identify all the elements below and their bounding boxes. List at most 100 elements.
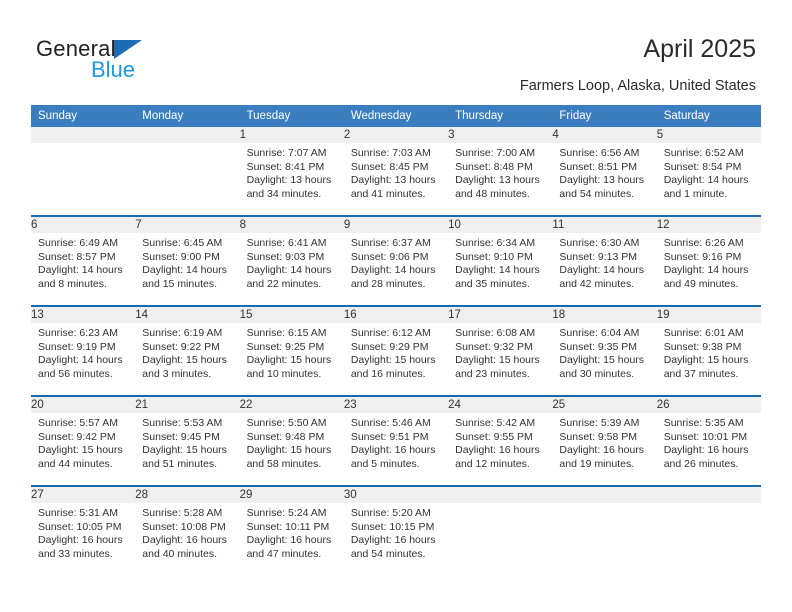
daylight-text-line2: and 54 minutes. xyxy=(350,547,426,560)
day-number xyxy=(31,127,136,143)
sunset-text: Sunset: 8:54 PM xyxy=(663,160,742,173)
day-cell[interactable]: Sunrise: 5:46 AM Sunset: 9:51 PM Daylight:… xyxy=(344,413,448,485)
day-cell[interactable]: Sunrise: 6:19 AM Sunset: 9:22 PM Daylight:… xyxy=(135,323,239,395)
sunset-text: Sunset: 9:42 PM xyxy=(38,430,116,443)
calendar-table: Sunday Monday Tuesday Wednesday Thursday… xyxy=(31,105,761,575)
day-details: Sunrise: 6:01 AM Sunset: 9:38 PM Daylight:… xyxy=(657,323,761,395)
sunrise-text: Sunrise: 7:03 AM xyxy=(350,147,431,159)
day-cell[interactable]: Sunrise: 6:45 AM Sunset: 9:00 PM Daylight:… xyxy=(135,233,239,305)
day-cell[interactable]: Sunrise: 6:23 AM Sunset: 9:19 PM Daylight:… xyxy=(31,323,135,395)
day-cell[interactable]: Sunrise: 6:01 AM Sunset: 9:38 PM Daylight:… xyxy=(657,323,761,395)
daylight-text-line1: Daylight: 14 hours xyxy=(142,264,227,277)
day-details xyxy=(31,143,135,215)
daylight-text-line1: Daylight: 15 hours xyxy=(142,354,227,367)
sunrise-text: Sunrise: 5:46 AM xyxy=(350,417,431,429)
sunrise-text: Sunrise: 6:34 AM xyxy=(455,237,536,249)
page-title: April 2025 xyxy=(643,35,756,63)
daylight-text-line1: Daylight: 16 hours xyxy=(663,444,749,457)
sunset-text: Sunset: 9:35 PM xyxy=(559,340,638,353)
day-cell[interactable]: Sunrise: 5:57 AM Sunset: 9:42 PM Daylight:… xyxy=(31,413,135,485)
daylight-text-line1: Daylight: 14 hours xyxy=(663,174,749,187)
daylight-text-line2: and 48 minutes. xyxy=(455,187,530,200)
day-number: 27 xyxy=(31,487,136,503)
day-cell[interactable]: Sunrise: 5:39 AM Sunset: 9:58 PM Daylight:… xyxy=(552,413,656,485)
day-cell-empty xyxy=(448,503,552,575)
sunrise-text: Sunrise: 6:23 AM xyxy=(38,327,118,339)
day-cell[interactable]: Sunrise: 6:08 AM Sunset: 9:32 PM Daylight:… xyxy=(448,323,552,395)
sunrise-text: Sunrise: 6:15 AM xyxy=(246,327,327,339)
sunset-text: Sunset: 9:29 PM xyxy=(350,340,429,353)
sunrise-text: Sunrise: 5:50 AM xyxy=(246,417,327,429)
daylight-text-line1: Daylight: 15 hours xyxy=(455,354,540,367)
general-blue-logo[interactable]: General Blue xyxy=(36,36,206,82)
daylight-text-line1: Daylight: 15 hours xyxy=(663,354,749,367)
day-details: Sunrise: 6:37 AM Sunset: 9:06 PM Daylight:… xyxy=(344,233,448,305)
daylight-text-line2: and 12 minutes. xyxy=(455,457,530,470)
day-cell[interactable]: Sunrise: 6:12 AM Sunset: 9:29 PM Daylight:… xyxy=(344,323,448,395)
day-cell[interactable]: Sunrise: 5:31 AM Sunset: 10:05 PM Daylight… xyxy=(31,503,135,575)
day-cell[interactable]: Sunrise: 6:56 AM Sunset: 8:51 PM Daylight:… xyxy=(552,143,656,215)
daylight-text-line2: and 49 minutes. xyxy=(663,277,739,290)
day-details: Sunrise: 6:30 AM Sunset: 9:13 PM Daylight:… xyxy=(552,233,656,305)
daylight-text-line2: and 37 minutes. xyxy=(663,367,739,380)
day-details: Sunrise: 6:04 AM Sunset: 9:35 PM Daylight:… xyxy=(552,323,656,395)
daylight-text-line1: Daylight: 15 hours xyxy=(559,354,645,367)
sunrise-text: Sunrise: 6:45 AM xyxy=(142,237,223,249)
weekday-header-thursday: Thursday xyxy=(448,105,553,127)
day-cell[interactable]: Sunrise: 6:34 AM Sunset: 9:10 PM Daylight:… xyxy=(448,233,552,305)
daylight-text-line1: Daylight: 16 hours xyxy=(246,534,332,547)
day-details: Sunrise: 6:56 AM Sunset: 8:51 PM Daylight:… xyxy=(552,143,656,215)
day-cell[interactable]: Sunrise: 5:20 AM Sunset: 10:15 PM Daylight… xyxy=(344,503,448,575)
daylight-text-line1: Daylight: 14 hours xyxy=(38,264,123,277)
daylight-text-line1: Daylight: 15 hours xyxy=(350,354,436,367)
day-cell[interactable]: Sunrise: 5:28 AM Sunset: 10:08 PM Daylight… xyxy=(135,503,239,575)
daylight-text-line1: Daylight: 15 hours xyxy=(246,354,332,367)
day-cell[interactable]: Sunrise: 6:41 AM Sunset: 9:03 PM Daylight:… xyxy=(240,233,344,305)
day-number: 29 xyxy=(239,487,344,503)
sunset-text: Sunset: 9:19 PM xyxy=(38,340,116,353)
day-cell[interactable]: Sunrise: 6:26 AM Sunset: 9:16 PM Daylight:… xyxy=(657,233,761,305)
day-cell-empty xyxy=(135,143,239,215)
week-daynumber-row: 6 7 8 9 10 11 12 xyxy=(31,217,761,233)
page-header: General Blue April 2025 Farmers Loop, Al… xyxy=(0,0,792,100)
day-cell[interactable]: Sunrise: 5:53 AM Sunset: 9:45 PM Daylight:… xyxy=(135,413,239,485)
day-cell[interactable]: Sunrise: 6:15 AM Sunset: 9:25 PM Daylight:… xyxy=(240,323,344,395)
day-number: 9 xyxy=(343,217,449,233)
day-details: Sunrise: 6:41 AM Sunset: 9:03 PM Daylight:… xyxy=(240,233,344,305)
calendar-header-row: Sunday Monday Tuesday Wednesday Thursday… xyxy=(31,105,761,127)
sunset-text: Sunset: 9:03 PM xyxy=(246,250,325,263)
day-details xyxy=(448,503,552,575)
day-cell[interactable]: Sunrise: 5:50 AM Sunset: 9:48 PM Daylight:… xyxy=(240,413,344,485)
day-number: 14 xyxy=(135,307,240,323)
sunset-text: Sunset: 10:01 PM xyxy=(663,430,748,443)
day-cell[interactable]: Sunrise: 5:24 AM Sunset: 10:11 PM Daylight… xyxy=(240,503,344,575)
day-cell[interactable]: Sunrise: 7:03 AM Sunset: 8:45 PM Daylight:… xyxy=(344,143,448,215)
day-cell[interactable]: Sunrise: 6:52 AM Sunset: 8:54 PM Daylight:… xyxy=(657,143,761,215)
day-cell[interactable]: Sunrise: 7:07 AM Sunset: 8:41 PM Daylight:… xyxy=(240,143,344,215)
day-cell[interactable]: Sunrise: 6:30 AM Sunset: 9:13 PM Daylight:… xyxy=(552,233,656,305)
daylight-text-line1: Daylight: 15 hours xyxy=(246,444,332,457)
day-number: 20 xyxy=(31,397,136,413)
day-cell[interactable]: Sunrise: 7:00 AM Sunset: 8:48 PM Daylight:… xyxy=(448,143,552,215)
sunrise-text: Sunrise: 6:01 AM xyxy=(663,327,744,339)
sunset-text: Sunset: 9:51 PM xyxy=(350,430,429,443)
day-cell[interactable]: Sunrise: 5:42 AM Sunset: 9:55 PM Daylight:… xyxy=(448,413,552,485)
day-number: 19 xyxy=(656,307,761,323)
day-details: Sunrise: 7:07 AM Sunset: 8:41 PM Daylight:… xyxy=(240,143,344,215)
sunrise-text: Sunrise: 5:28 AM xyxy=(142,507,223,519)
day-cell[interactable]: Sunrise: 6:37 AM Sunset: 9:06 PM Daylight:… xyxy=(344,233,448,305)
day-details xyxy=(135,143,239,215)
daylight-text-line1: Daylight: 13 hours xyxy=(455,174,540,187)
day-number: 16 xyxy=(343,307,449,323)
day-number: 25 xyxy=(552,397,657,413)
sunrise-text: Sunrise: 5:24 AM xyxy=(246,507,327,519)
day-cell[interactable]: Sunrise: 5:35 AM Sunset: 10:01 PM Daylight… xyxy=(657,413,761,485)
day-cell[interactable]: Sunrise: 6:04 AM Sunset: 9:35 PM Daylight:… xyxy=(552,323,656,395)
day-details: Sunrise: 5:28 AM Sunset: 10:08 PM Daylight… xyxy=(135,503,239,575)
day-cell[interactable]: Sunrise: 6:49 AM Sunset: 8:57 PM Daylight:… xyxy=(31,233,135,305)
sunset-text: Sunset: 10:15 PM xyxy=(350,520,435,533)
daylight-text-line2: and 22 minutes. xyxy=(246,277,322,290)
day-details: Sunrise: 6:49 AM Sunset: 8:57 PM Daylight:… xyxy=(31,233,135,305)
logo-text-blue: Blue xyxy=(91,57,136,82)
sunset-text: Sunset: 9:13 PM xyxy=(559,250,638,263)
